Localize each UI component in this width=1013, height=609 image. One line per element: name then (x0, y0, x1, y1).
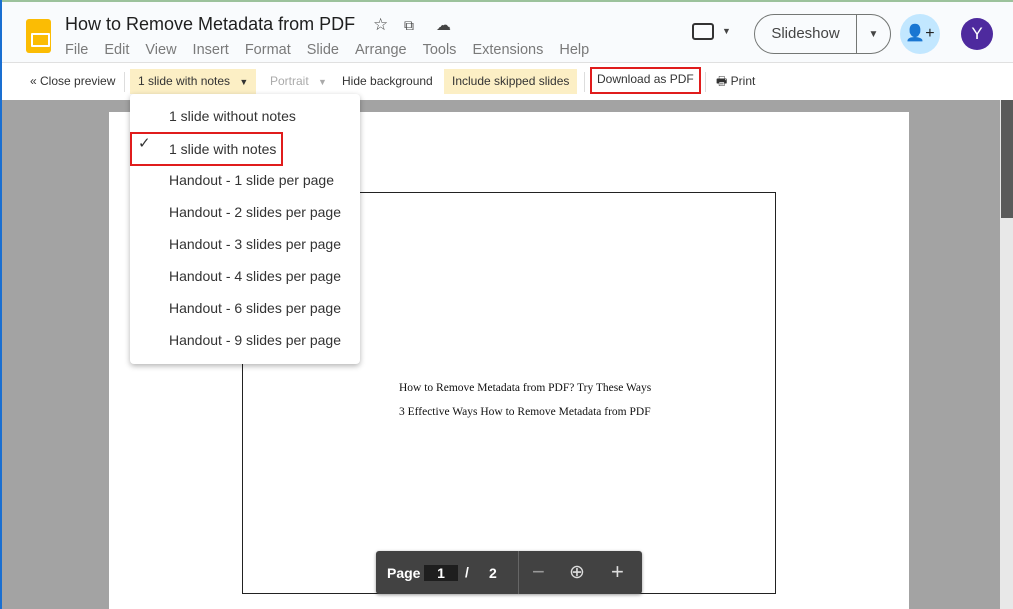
layout-option[interactable]: Handout - 2 slides per page (130, 196, 360, 228)
slideshow-button[interactable]: Slideshow ▼ (754, 14, 891, 54)
slide-title-text: How to Remove Metadata from PDF? Try The… (399, 382, 652, 394)
menu-slide[interactable]: Slide (307, 42, 339, 58)
orientation-dropdown[interactable]: Portrait ▼ (262, 69, 335, 94)
page-separator: / (465, 564, 469, 580)
slideshow-dropdown-icon[interactable]: ▼ (857, 29, 890, 40)
document-title[interactable]: How to Remove Metadata from PDF (65, 14, 355, 35)
divider (584, 72, 585, 92)
chevron-down-icon[interactable]: ▼ (722, 26, 731, 36)
slide-subtitle-text: 3 Effective Ways How to Remove Metadata … (399, 406, 651, 418)
page-controls: Page 1 / 2 − ⊕ + (376, 551, 642, 594)
layout-option[interactable]: Handout - 3 slides per page (130, 228, 360, 260)
layout-dropdown[interactable]: 1 slide with notes ▼ (130, 69, 257, 94)
divider (124, 72, 125, 92)
zoom-out-icon[interactable]: − (532, 559, 545, 585)
layout-option[interactable]: Handout - 6 slides per page (130, 292, 360, 324)
layout-option-selected[interactable]: ✓ 1 slide with notes (130, 132, 360, 166)
menu-format[interactable]: Format (245, 42, 291, 58)
scrollbar-thumb[interactable] (1001, 100, 1013, 218)
layout-option[interactable]: Handout - 4 slides per page (130, 260, 360, 292)
avatar[interactable]: Y (961, 18, 993, 50)
page-number-input[interactable]: 1 (424, 565, 458, 581)
slideshow-label[interactable]: Slideshow (755, 15, 857, 53)
checkmark-icon: ✓ (138, 135, 151, 152)
menu-tools[interactable]: Tools (423, 42, 457, 58)
app-header: How to Remove Metadata from PDF ☆ ⧉ ☁ Fi… (2, 0, 1013, 62)
include-skipped-slides-button[interactable]: Include skipped slides (444, 69, 578, 94)
print-label: Print (730, 74, 756, 88)
orientation-label: Portrait (270, 74, 309, 88)
cloud-saved-icon[interactable]: ☁ (436, 16, 451, 34)
page-total: 2 (489, 565, 497, 581)
layout-option[interactable]: Handout - 1 slide per page (130, 164, 360, 196)
download-pdf-button[interactable]: Download as PDF (590, 67, 701, 94)
zoom-in-icon[interactable]: + (611, 559, 624, 585)
layout-menu: 1 slide without notes ✓ 1 slide with note… (130, 94, 360, 364)
option-label: 1 slide with notes (169, 141, 277, 157)
layout-label: 1 slide with notes (138, 74, 231, 88)
chevron-down-icon: ▼ (239, 77, 249, 87)
printer-icon: 🖶 (716, 74, 728, 88)
add-person-icon[interactable]: 👤+ (900, 14, 940, 54)
menu-edit[interactable]: Edit (104, 42, 129, 58)
slides-logo-icon[interactable] (26, 19, 51, 53)
meet-camera-icon[interactable] (692, 23, 714, 40)
menu-bar: File Edit View Insert Format Slide Arran… (65, 42, 589, 58)
layout-option[interactable]: 1 slide without notes (130, 100, 360, 132)
menu-view[interactable]: View (145, 42, 176, 58)
move-folder-icon[interactable]: ⧉ (404, 17, 414, 34)
star-icon[interactable]: ☆ (373, 15, 388, 35)
menu-extensions[interactable]: Extensions (472, 42, 543, 58)
print-button[interactable]: 🖶 Print (708, 69, 763, 94)
layout-option[interactable]: Handout - 9 slides per page (130, 324, 360, 356)
hide-background-button[interactable]: Hide background (334, 69, 441, 94)
zoom-fit-icon[interactable]: ⊕ (569, 561, 585, 584)
close-preview-button[interactable]: « Close preview (22, 69, 123, 94)
divider (518, 551, 519, 594)
divider (705, 72, 706, 92)
chevron-down-icon: ▼ (318, 77, 327, 87)
menu-arrange[interactable]: Arrange (355, 42, 407, 58)
menu-insert[interactable]: Insert (193, 42, 229, 58)
menu-help[interactable]: Help (559, 42, 589, 58)
page-label: Page (387, 565, 421, 581)
menu-file[interactable]: File (65, 42, 88, 58)
